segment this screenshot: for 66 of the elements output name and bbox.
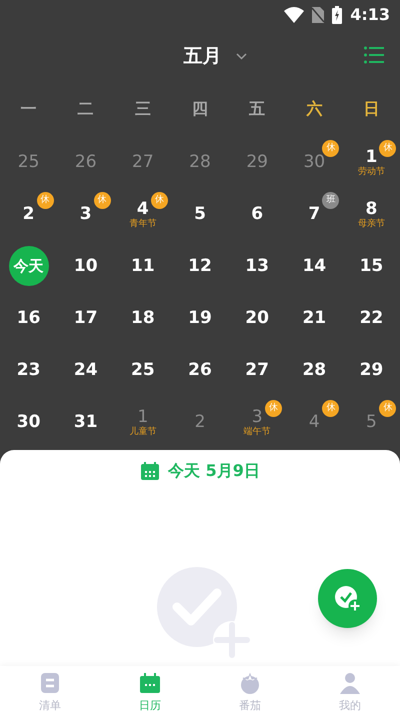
weekday-label: 六 [305, 98, 324, 120]
calendar-day[interactable]: 21 [302, 308, 326, 328]
holiday-badge: 休 [36, 192, 54, 209]
calendar-day[interactable]: 22 [360, 308, 384, 328]
weekday-label: 三 [134, 98, 152, 120]
calendar-day[interactable]: 1 [365, 146, 378, 166]
festival-label: 儿童节 [129, 426, 156, 438]
calendar-icon [140, 461, 160, 481]
calendar-day[interactable]: 14 [302, 256, 326, 276]
calendar-day[interactable]: 10 [74, 256, 98, 276]
weekday-label: 二 [76, 98, 95, 120]
check-plus-icon [334, 584, 362, 612]
calendar-day[interactable]: 30 [16, 412, 40, 432]
chevron-down-icon [236, 52, 246, 60]
calendar-day[interactable]: 29 [360, 360, 384, 380]
calendar-day[interactable]: 31 [74, 412, 98, 432]
calendar-day[interactable]: 20 [245, 308, 269, 328]
calendar-day[interactable]: 16 [16, 308, 40, 328]
calendar-day[interactable]: 7 [308, 204, 320, 224]
calendar-day[interactable]: 26 [188, 360, 212, 380]
holiday-badge: 班 [322, 192, 340, 209]
holiday-badge: 休 [322, 140, 340, 157]
battery-charging-icon [332, 6, 342, 24]
holiday-badge: 休 [150, 192, 168, 209]
calendar-day[interactable]: 25 [131, 360, 155, 380]
calendar-day[interactable]: 8 [365, 198, 378, 218]
list-icon[interactable] [364, 46, 384, 64]
calendar-day[interactable]: 13 [245, 256, 269, 276]
calendar-day[interactable]: 27 [245, 360, 269, 380]
calendar-day[interactable]: 18 [131, 308, 155, 328]
date-title: 今天 5月9日 [168, 460, 260, 482]
calendar-icon [139, 672, 161, 694]
wifi-icon [284, 7, 304, 23]
calendar-day[interactable]: 24 [74, 360, 98, 380]
festival-label: 劳动节 [358, 166, 385, 178]
holiday-badge: 休 [322, 400, 340, 417]
person-icon [339, 672, 361, 694]
holiday-badge: 休 [379, 140, 396, 157]
holiday-badge: 休 [94, 192, 111, 209]
calendar-day[interactable]: 2 [22, 204, 34, 224]
status-time: 4:13 [350, 4, 390, 26]
calendar-day[interactable]: 17 [74, 308, 98, 328]
tomato-icon [239, 672, 261, 694]
list-icon [40, 672, 60, 694]
no-sim-icon [312, 7, 324, 23]
calendar-day[interactable]: 28 [302, 360, 326, 380]
weekday-label: 一 [20, 98, 38, 120]
festival-label: 母亲节 [358, 218, 385, 230]
festival-label: 青年节 [129, 218, 156, 230]
calendar-day[interactable]: 19 [188, 308, 212, 328]
calendar-day[interactable]: 12 [188, 256, 212, 276]
calendar-day[interactable]: 3 [80, 204, 92, 224]
month-title: 五月 [184, 44, 222, 69]
calendar-day[interactable]: 11 [131, 256, 155, 276]
calendar-day[interactable]: 6 [251, 204, 264, 224]
calendar-day[interactable]: 15 [360, 256, 384, 276]
weekday-label: 五 [248, 98, 266, 120]
calendar-day[interactable]: 4 [136, 198, 149, 218]
calendar-day[interactable]: 23 [16, 360, 40, 380]
holiday-badge: 休 [265, 400, 282, 417]
weekday-label: 日 [362, 98, 380, 120]
weekday-label: 四 [190, 98, 209, 120]
month-selector[interactable]: 五月 [154, 42, 246, 70]
festival-label: 端午节 [244, 426, 271, 438]
calendar-day[interactable]: 5 [194, 204, 206, 224]
holiday-badge: 休 [379, 400, 396, 417]
